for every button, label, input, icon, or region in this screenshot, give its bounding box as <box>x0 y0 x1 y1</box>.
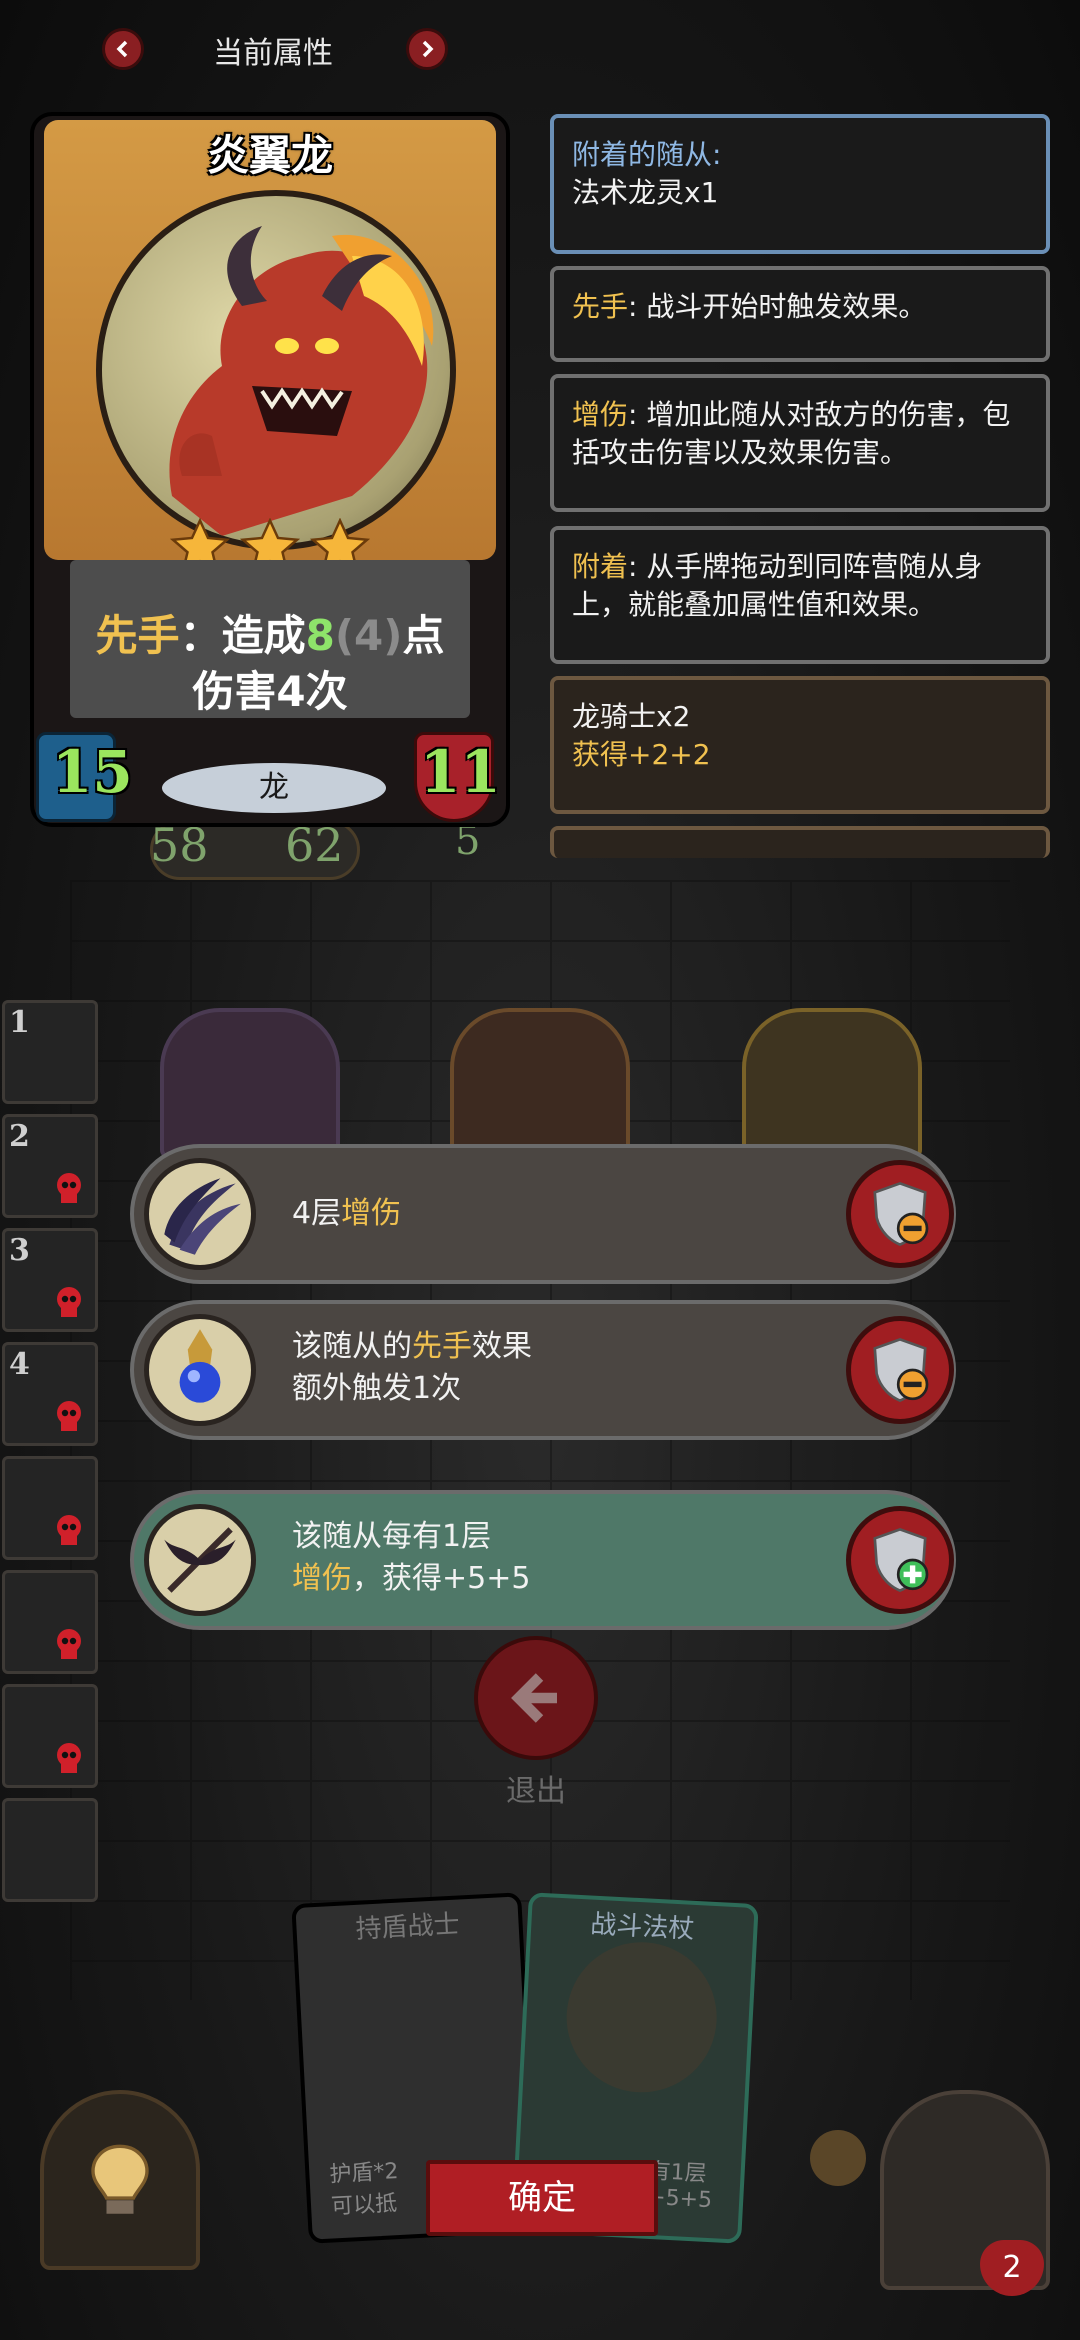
panel-peek <box>550 826 1050 858</box>
keyword-boost: 增伤 <box>572 398 629 431</box>
side-slot[interactable] <box>2 1570 98 1674</box>
side-slot[interactable] <box>2 1798 98 1902</box>
dragon-knight-panel: 龙骑士x2 获得+2+2 <box>550 676 1050 814</box>
next-arrow-button[interactable] <box>406 28 448 70</box>
card-description-line2: 伤害4次 <box>192 667 348 716</box>
chevron-right-icon <box>422 40 434 58</box>
bat-staff-icon <box>144 1504 256 1616</box>
gain-prefix: 获得 <box>572 738 629 771</box>
slot-number: 3 <box>9 1233 30 1268</box>
skull-icon <box>57 1173 81 1203</box>
slot-number: 2 <box>9 1119 30 1154</box>
board-minion[interactable] <box>160 1008 340 1158</box>
effect-text-line2: 额外触发1次 <box>292 1371 462 1406</box>
arrow-left-icon <box>511 1673 557 1723</box>
shield-plus-icon <box>873 1527 929 1593</box>
gain-value: +2+2 <box>628 738 711 771</box>
shield-minus-icon <box>873 1181 929 1247</box>
hand-card-art <box>562 1938 721 2097</box>
card-name: 炎翼龙 <box>206 131 333 180</box>
skull-icon <box>57 1401 81 1431</box>
first-strike-text: : 战斗开始时触发效果。 <box>628 290 927 323</box>
attached-panel: 附着的随从: 法术龙灵x1 <box>550 114 1050 254</box>
board-minion[interactable] <box>742 1008 922 1158</box>
attach-panel: 附着: 从手牌拖动到同阵营随从身上，就能叠加属性值和效果。 <box>550 526 1050 664</box>
side-slot[interactable] <box>2 1456 98 1560</box>
side-slot[interactable]: 4 <box>2 1342 98 1446</box>
skull-icon <box>57 1629 81 1659</box>
effect-text-part: 该随从的 <box>292 1329 412 1364</box>
hint-button[interactable] <box>40 2090 200 2270</box>
slot-number: 4 <box>9 1347 30 1382</box>
side-slot[interactable]: 1 <box>2 1000 98 1104</box>
desc-text: ：造成 <box>179 611 306 660</box>
keyword-first: 先手 <box>412 1329 472 1364</box>
desc-text: 点 <box>402 611 445 660</box>
card-description-line1: 先手：造成8(4)点 <box>70 602 470 663</box>
skull-icon <box>57 1515 81 1545</box>
remove-effect-button[interactable] <box>846 1316 954 1424</box>
lightbulb-icon <box>91 2144 149 2214</box>
side-slot[interactable]: 3 <box>2 1228 98 1332</box>
side-slot[interactable]: 2 <box>2 1114 98 1218</box>
skull-icon <box>57 1743 81 1773</box>
exit-label: 退出 <box>506 1774 566 1809</box>
effect-text-part: ，获得+5+5 <box>352 1561 531 1596</box>
effect-bar-first-strike: 该随从的先手效果 额外触发1次 <box>130 1300 956 1440</box>
hand-card-text: 护盾*2 <box>328 2159 400 2188</box>
effect-bar-boost: 4层增伤 <box>130 1144 956 1284</box>
dragon-knight-title: 龙骑士x2 <box>572 700 691 733</box>
first-strike-panel: 先手: 战斗开始时触发效果。 <box>550 266 1050 362</box>
base-damage: (4) <box>334 611 403 660</box>
slot-number: 1 <box>9 1005 30 1040</box>
effect-text: 该随从的先手效果 额外触发1次 <box>292 1326 532 1410</box>
hand-card-name: 持盾战士 <box>354 1909 461 1945</box>
dragon-portrait <box>96 190 456 550</box>
crown-icon <box>810 2130 866 2186</box>
skull-icon <box>57 1287 81 1317</box>
keyword-attach: 附着 <box>572 550 629 583</box>
effect-text-part: 效果 <box>472 1329 532 1364</box>
keyword-first: 先手 <box>95 611 180 660</box>
attach-text: : 从手牌拖动到同阵营随从身上，就能叠加属性值和效果。 <box>572 550 983 621</box>
exit-button[interactable] <box>474 1636 598 1760</box>
tribe-label: 龙 <box>162 763 386 813</box>
add-effect-button[interactable] <box>846 1506 954 1614</box>
attached-value: 法术龙灵x1 <box>572 176 719 209</box>
page-title: 当前属性 <box>213 36 333 71</box>
boost-text: : 增加此随从对敌方的伤害，包括攻击伤害以及效果伤害。 <box>572 398 1011 469</box>
boost-panel: 增伤: 增加此随从对敌方的伤害，包括攻击伤害以及效果伤害。 <box>550 374 1050 512</box>
effect-text: 该随从每有1层 增伤，获得+5+5 <box>292 1516 530 1600</box>
keyword-first: 先手 <box>572 290 629 323</box>
side-slot[interactable] <box>2 1684 98 1788</box>
effect-bar-gain: 该随从每有1层 增伤，获得+5+5 <box>130 1490 956 1630</box>
effect-text-line1: 该随从每有1层 <box>292 1519 492 1554</box>
attached-label: 附着的随从: <box>572 138 722 171</box>
keyword-boost: 增伤 <box>292 1561 352 1596</box>
damage-number: 8 <box>305 611 335 660</box>
shield-minus-icon <box>873 1337 929 1403</box>
confirm-button[interactable]: 确定 <box>426 2160 658 2236</box>
hand-card-text: 可以抵 <box>330 2191 398 2220</box>
effect-text: 4层增伤 <box>292 1193 401 1235</box>
layer-count: 4层 <box>292 1196 342 1231</box>
attack-value: 15 <box>52 738 133 806</box>
keyword-boost: 增伤 <box>341 1196 402 1231</box>
claw-icon <box>144 1158 256 1270</box>
orb-amulet-icon <box>144 1314 256 1426</box>
health-value: 11 <box>420 738 501 806</box>
board-minion[interactable] <box>450 1008 630 1158</box>
dragon-image <box>169 226 434 536</box>
remove-effect-button[interactable] <box>846 1160 954 1268</box>
